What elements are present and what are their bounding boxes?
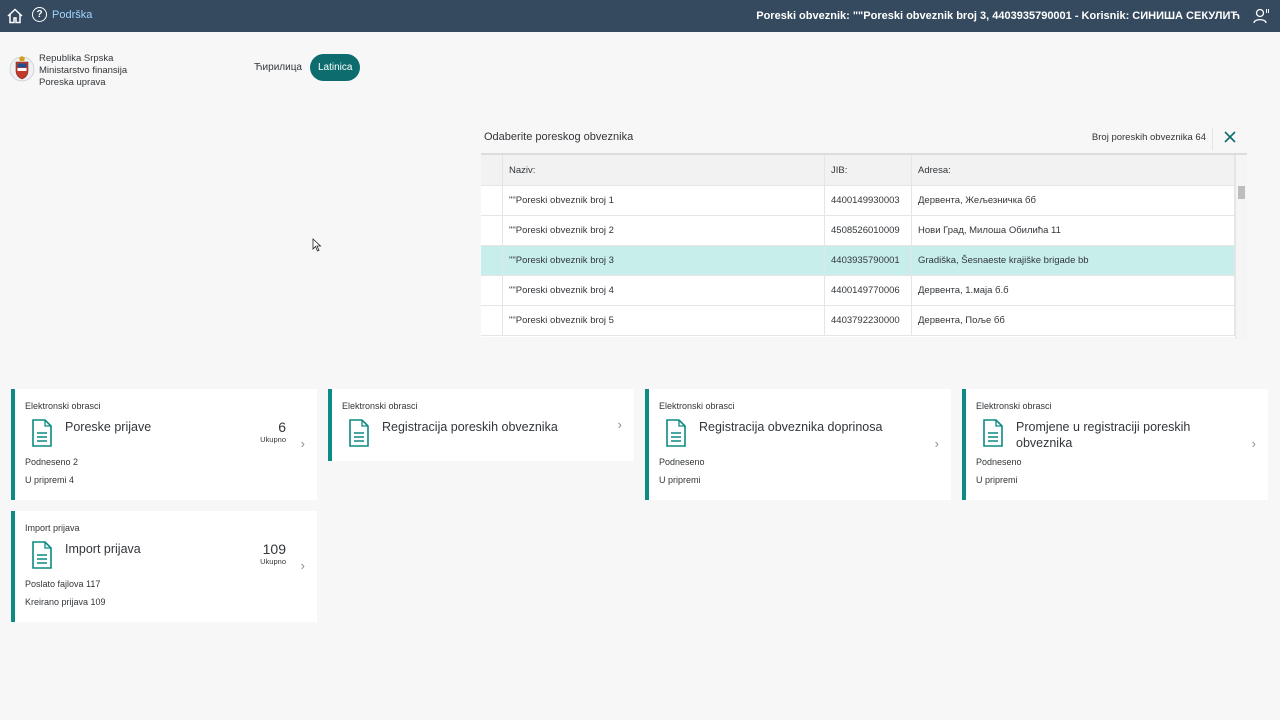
document-icon <box>32 419 52 447</box>
scrollbar-thumb[interactable] <box>1238 186 1245 199</box>
document-icon <box>32 541 52 569</box>
tile-subtitle: Elektronski obrasci <box>659 401 735 411</box>
cell-jib: 4508526010009 <box>825 216 912 245</box>
column-header-address[interactable]: Adresa: <box>912 155 1235 185</box>
row-selector[interactable] <box>481 306 503 335</box>
tile-title: Import prijava <box>65 542 141 556</box>
tile-registracija-obveznika-doprinosa[interactable]: Elektronski obrasci Registracija obvezni… <box>645 389 951 500</box>
shell-header: ? Podrška Poreski obveznik: ""Poreski ob… <box>0 0 1280 32</box>
chevron-right-icon: › <box>934 436 939 451</box>
close-icon[interactable] <box>1223 130 1237 144</box>
org-line-1: Republika Srpska <box>39 53 114 64</box>
cell-jib: 4403935790001 <box>825 246 912 275</box>
tile-subtitle: Elektronski obrasci <box>25 401 101 411</box>
table-row-selected[interactable]: ""Poreski obveznik broj 3 4403935790001 … <box>481 246 1235 276</box>
picker-title: Odaberite poreskog obveznika <box>484 131 634 143</box>
cell-name: ""Poreski obveznik broj 5 <box>503 306 825 335</box>
tile-footer-files-sent: Poslato fajlova 117 <box>25 579 101 589</box>
tile-kpi-value: 109 <box>262 541 286 557</box>
tile-footer-submitted: Podneseno 2 <box>25 457 79 467</box>
coat-of-arms-logo <box>9 56 35 82</box>
column-header-jib[interactable]: JIB: <box>825 155 912 185</box>
cell-address: Нови Град, Милоша Обилића 11 <box>912 216 1235 245</box>
home-icon[interactable] <box>6 7 24 25</box>
cell-name: ""Poreski obveznik broj 2 <box>503 216 825 245</box>
tile-footer-submitted: Podneseno <box>659 457 705 467</box>
row-selector[interactable] <box>481 276 503 305</box>
row-selector[interactable] <box>481 216 503 245</box>
tile-subtitle: Elektronski obrasci <box>342 401 418 411</box>
cell-jib: 4403792230000 <box>825 306 912 335</box>
tile-kpi-label: Ukupno <box>260 557 286 566</box>
tile-kpi-value: 6 <box>278 419 286 435</box>
tile-kpi-label: Ukupno <box>260 435 286 444</box>
latin-button[interactable]: Latinica <box>309 54 361 81</box>
tile-import-prijava[interactable]: Import prijava Import prijava 109 Ukupno… <box>11 511 317 622</box>
cell-name: ""Poreski obveznik broj 1 <box>503 186 825 215</box>
script-toggle: Ћирилица Latinica <box>246 54 361 81</box>
help-label: Podrška <box>52 8 93 21</box>
cell-name: ""Poreski obveznik broj 3 <box>503 246 825 275</box>
tile-subtitle: Import prijava <box>25 523 80 533</box>
cyrillic-button[interactable]: Ћирилица <box>246 54 310 81</box>
table-scrollbar[interactable] <box>1235 155 1247 339</box>
row-selector[interactable] <box>481 246 503 275</box>
chevron-right-icon: › <box>300 558 305 573</box>
table-row[interactable]: ""Poreski obveznik broj 2 4508526010009 … <box>481 216 1235 246</box>
taxpayer-count: Broj poreskih obveznika 64 <box>1091 132 1206 143</box>
context-info: Poreski obveznik: ""Poreski obveznik bro… <box>756 10 1240 22</box>
table-row[interactable]: ""Poreski obveznik broj 4 4400149770006 … <box>481 276 1235 306</box>
tile-footer-created: Kreirano prijava 109 <box>25 597 106 607</box>
taxpayer-table: Naziv: JIB: Adresa: ""Poreski obveznik b… <box>481 153 1247 339</box>
cell-jib: 4400149930003 <box>825 186 912 215</box>
table-header: Naziv: JIB: Adresa: <box>481 155 1235 186</box>
cell-jib: 4400149770006 <box>825 276 912 305</box>
tile-title: Poreske prijave <box>65 420 152 434</box>
tile-registracija-poreskih-obveznika[interactable]: Elektronski obrasci Registracija poreski… <box>328 389 634 461</box>
chevron-right-icon: › <box>1251 436 1256 451</box>
cell-address: Дервента, Поље бб <box>912 306 1235 335</box>
document-icon <box>349 419 369 447</box>
selector-column-header <box>481 155 503 185</box>
cell-address: Дервента, Жељезничка бб <box>912 186 1235 215</box>
help-button[interactable]: ? Podrška <box>32 7 92 22</box>
cell-address: Дервента, 1.маја б.б <box>912 276 1235 305</box>
table-row[interactable]: ""Poreski obveznik broj 5 4403792230000 … <box>481 306 1235 336</box>
cell-name: ""Poreski obveznik broj 4 <box>503 276 825 305</box>
tile-promjene-u-registraciji[interactable]: Elektronski obrasci Promjene u registrac… <box>962 389 1268 500</box>
tile-footer-in-preparation: U pripremi <box>659 475 701 485</box>
divider <box>1212 128 1213 150</box>
tile-title: Registracija obveznika doprinosa <box>699 420 883 434</box>
organization-name: Republika Srpska Ministarstvo finansija … <box>39 53 127 89</box>
chevron-right-icon: › <box>617 417 622 432</box>
tile-subtitle: Elektronski obrasci <box>976 401 1052 411</box>
document-icon <box>983 419 1003 447</box>
tile-footer-in-preparation: U pripremi 4 <box>25 475 75 485</box>
tile-footer-submitted: Podneseno <box>976 457 1022 467</box>
tile-kpi: 109 Ukupno <box>260 541 286 566</box>
user-settings-icon[interactable] <box>1252 7 1270 25</box>
row-selector[interactable] <box>481 186 503 215</box>
org-line-3: Poreska uprava <box>39 77 106 88</box>
tile-kpi: 6 Ukupno <box>260 419 286 444</box>
table-row[interactable]: ""Poreski obveznik broj 1 4400149930003 … <box>481 186 1235 216</box>
mouse-cursor-icon <box>312 238 322 252</box>
tile-title: Promjene u registraciji poreskih obvezni… <box>1016 420 1191 450</box>
column-header-name[interactable]: Naziv: <box>503 155 825 185</box>
cell-address: Gradiška, Šesnaeste krajiške brigade bb <box>912 246 1235 275</box>
tile-footer-in-preparation: U pripremi <box>976 475 1018 485</box>
chevron-right-icon: › <box>300 436 305 451</box>
tile-poreske-prijave[interactable]: Elektronski obrasci Poreske prijave 6 Uk… <box>11 389 317 500</box>
tile-title: Registracija poreskih obveznika <box>382 420 558 434</box>
help-icon: ? <box>32 7 47 22</box>
taxpayer-picker: Odaberite poreskog obveznika Broj poresk… <box>481 123 1247 339</box>
org-line-2: Ministarstvo finansija <box>39 65 128 76</box>
document-icon <box>666 419 686 447</box>
